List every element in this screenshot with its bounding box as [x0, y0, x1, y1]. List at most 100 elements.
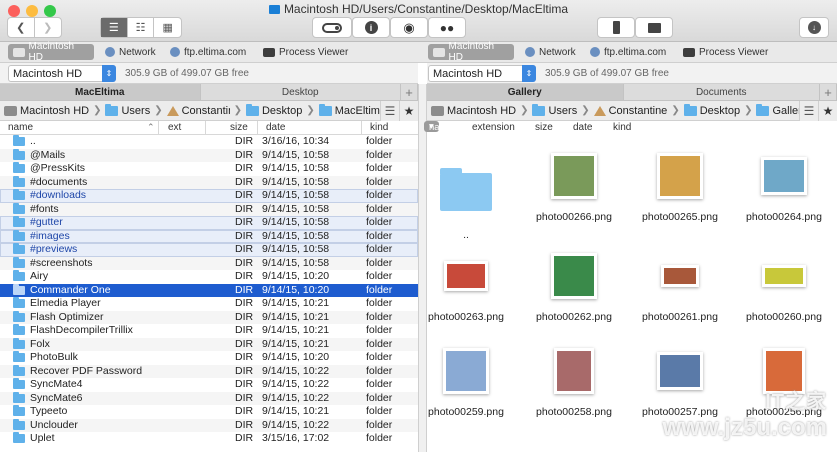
add-tab-button[interactable]: +: [820, 84, 837, 100]
breadcrumb-item[interactable]: Desktop: [245, 103, 302, 117]
column-divider[interactable]: [257, 121, 258, 135]
column-divider[interactable]: [361, 121, 362, 135]
title-bar: Macintosh HD/Users/Constantine/Desktop/M…: [0, 0, 837, 42]
left-device-process-viewer[interactable]: Process Viewer: [258, 44, 353, 60]
right-device-network[interactable]: Network: [520, 44, 581, 60]
archive-button[interactable]: [597, 17, 635, 38]
column-divider[interactable]: [205, 121, 206, 135]
grid-view-button[interactable]: ▦: [154, 18, 181, 37]
gallery-item[interactable]: photo00258.png: [524, 340, 624, 418]
gallery-item[interactable]: photo00261.png: [630, 245, 730, 323]
file-size: DIR: [235, 391, 254, 404]
column-name[interactable]: name ▾: [424, 121, 453, 133]
breadcrumb-item[interactable]: Macintosh HD: [431, 105, 516, 117]
table-row[interactable]: Commander One DIR 9/14/15, 10:20 folder: [0, 283, 418, 297]
file-name: #gutter: [30, 216, 63, 228]
detail-view-button[interactable]: ☷: [128, 18, 155, 37]
table-row[interactable]: PhotoBulk DIR 9/14/15, 10:20 folder: [0, 351, 418, 365]
right-favorites-button[interactable]: ★: [818, 101, 837, 121]
tab-gallery[interactable]: Gallery: [427, 84, 624, 100]
breadcrumb-item[interactable]: Macintosh HD: [4, 105, 89, 117]
column-date[interactable]: date: [573, 122, 592, 133]
table-row[interactable]: #images DIR 9/14/15, 10:58 folder: [0, 229, 418, 243]
gallery-item[interactable]: photo00265.png: [630, 145, 730, 223]
gallery-item[interactable]: photo00259.png: [416, 340, 516, 418]
chevron-right-icon: ❯: [671, 105, 680, 116]
tab-documents[interactable]: Documents: [624, 84, 820, 100]
column-size[interactable]: size: [535, 122, 553, 133]
right-device-ftp[interactable]: ftp.eltima.com: [585, 44, 671, 60]
file-kind: folder: [366, 418, 393, 431]
back-button[interactable]: ❮: [8, 18, 35, 37]
table-row[interactable]: Unclouder DIR 9/14/15, 10:22 folder: [0, 418, 418, 432]
gallery-item[interactable]: photo00266.png: [524, 145, 624, 223]
breadcrumb-item[interactable]: Gallery: [756, 103, 799, 117]
table-row[interactable]: .. DIR 3/16/16, 10:34 folder: [0, 135, 418, 149]
column-extension[interactable]: extension: [472, 122, 515, 133]
breadcrumb-item[interactable]: Users: [105, 103, 150, 117]
right-drive-select[interactable]: Macintosh HD ⇕: [428, 65, 536, 82]
gallery-item[interactable]: photo00263.png: [416, 245, 516, 323]
table-row[interactable]: Elmedia Player DIR 9/14/15, 10:21 folder: [0, 297, 418, 311]
breadcrumb-item[interactable]: Desktop: [683, 103, 740, 117]
gallery-item[interactable]: photo00262.png: [524, 245, 624, 323]
table-row[interactable]: #previews DIR 9/14/15, 10:58 folder: [0, 243, 418, 257]
table-row[interactable]: #screenshots DIR 9/14/15, 10:58 folder: [0, 256, 418, 270]
right-device-macintosh-hd[interactable]: Macintosh HD: [428, 41, 514, 63]
left-device-macintosh-hd[interactable]: Macintosh HD: [8, 41, 94, 63]
table-row[interactable]: @PressKits DIR 9/14/15, 10:58 folder: [0, 162, 418, 176]
breadcrumb-item[interactable]: Constantine: [166, 105, 230, 117]
table-row[interactable]: Airy DIR 9/14/15, 10:20 folder: [0, 270, 418, 284]
column-date[interactable]: date: [266, 122, 285, 133]
column-name[interactable]: name: [8, 122, 33, 133]
table-row[interactable]: SyncMate6 DIR 9/14/15, 10:22 folder: [0, 391, 418, 405]
table-row[interactable]: Uplet DIR 3/15/16, 17:02 folder: [0, 432, 418, 446]
info-button[interactable]: i: [352, 17, 390, 38]
file-date: 9/14/15, 10:58: [262, 256, 330, 269]
table-row[interactable]: #documents DIR 9/14/15, 10:58 folder: [0, 175, 418, 189]
table-row[interactable]: Folx DIR 9/14/15, 10:21 folder: [0, 337, 418, 351]
table-row[interactable]: Recover PDF Password DIR 9/14/15, 10:22 fol…: [0, 364, 418, 378]
download-icon: ↓: [807, 21, 821, 34]
list-view-button[interactable]: ☰: [101, 18, 128, 37]
column-size[interactable]: size: [230, 122, 248, 133]
table-row[interactable]: @Mails DIR 9/14/15, 10:58 folder: [0, 148, 418, 162]
right-list-menu-button[interactable]: ☰: [799, 101, 818, 121]
column-kind[interactable]: kind: [370, 122, 388, 133]
table-row[interactable]: #downloads DIR 9/14/15, 10:58 folder: [0, 189, 418, 203]
table-row[interactable]: Flash Optimizer DIR 9/14/15, 10:21 folder: [0, 310, 418, 324]
tab-maceltima[interactable]: MacEltima: [0, 84, 201, 100]
terminal-button[interactable]: [635, 17, 673, 38]
breadcrumb-item[interactable]: Constantine: [593, 105, 667, 117]
add-tab-button[interactable]: +: [401, 84, 418, 100]
column-kind[interactable]: kind: [613, 122, 631, 133]
forward-button[interactable]: ❯: [35, 18, 61, 37]
table-row[interactable]: #gutter DIR 9/14/15, 10:58 folder: [0, 216, 418, 230]
gallery-item[interactable]: photo00260.png: [734, 245, 834, 323]
table-row[interactable]: FlashDecompilerTrillix DIR 9/14/15, 10:21 f…: [0, 324, 418, 338]
parent-folder-item[interactable]: ..: [416, 145, 516, 241]
left-device-ftp[interactable]: ftp.eltima.com: [165, 44, 251, 60]
breadcrumb-item[interactable]: MacEltima: [318, 103, 380, 117]
breadcrumb-item[interactable]: Users: [532, 103, 577, 117]
right-device-process-viewer[interactable]: Process Viewer: [678, 44, 773, 60]
toggle-hidden-button[interactable]: [312, 17, 352, 38]
left-drive-select[interactable]: Macintosh HD ⇕: [8, 65, 116, 82]
tab-desktop[interactable]: Desktop: [201, 84, 401, 100]
quick-look-button[interactable]: ◉: [390, 17, 428, 38]
table-row[interactable]: #fonts DIR 9/14/15, 10:58 folder: [0, 202, 418, 216]
column-divider[interactable]: [158, 121, 159, 135]
table-row[interactable]: Typeeto DIR 9/14/15, 10:21 folder: [0, 405, 418, 419]
left-favorites-button[interactable]: ★: [399, 101, 418, 121]
left-list-menu-button[interactable]: ☰: [380, 101, 399, 121]
folder-icon: [13, 391, 25, 403]
left-device-network[interactable]: Network: [100, 44, 161, 60]
gallery-item[interactable]: photo00257.png: [630, 340, 730, 418]
search-button[interactable]: ●●: [428, 17, 466, 38]
folder-icon: [13, 175, 25, 187]
table-row[interactable]: SyncMate4 DIR 9/14/15, 10:22 folder: [0, 378, 418, 392]
list-icon: ☰: [108, 22, 119, 34]
download-button[interactable]: ↓: [799, 17, 829, 38]
column-ext[interactable]: ext: [168, 122, 181, 133]
gallery-item[interactable]: photo00264.png: [734, 145, 834, 223]
